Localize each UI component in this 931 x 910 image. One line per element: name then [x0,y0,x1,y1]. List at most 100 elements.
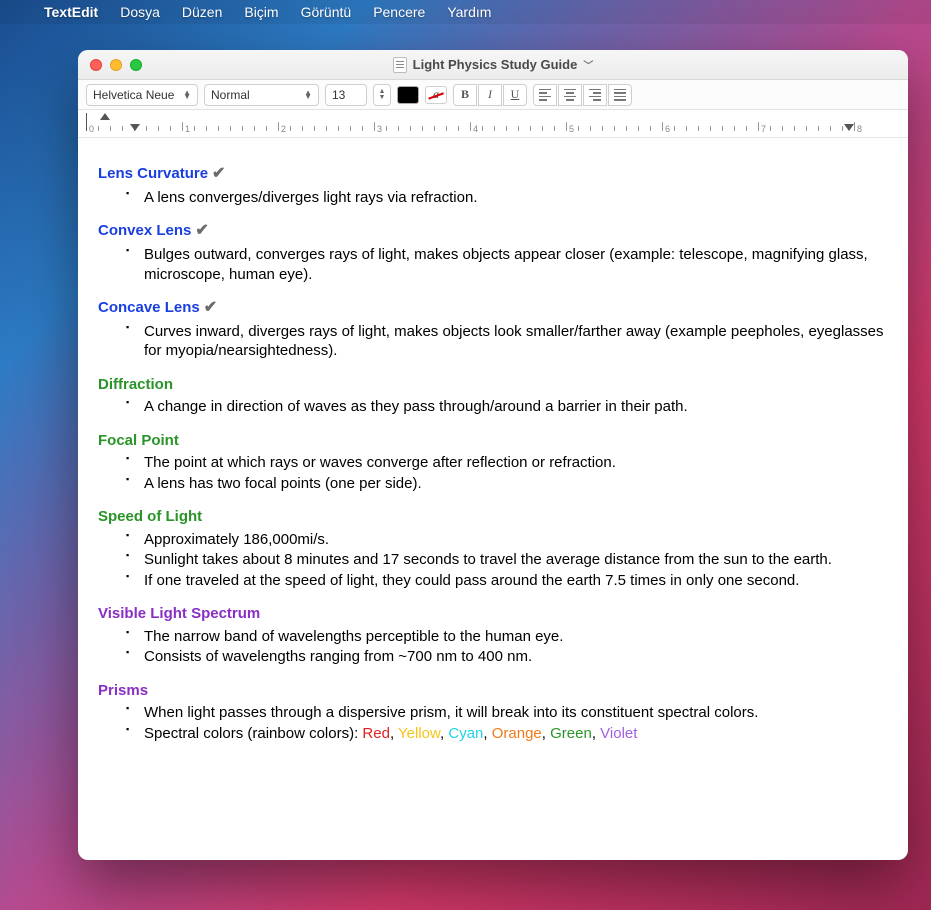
font-family-value: Helvetica Neue [93,88,174,102]
checkmark-icon: ✔ [212,165,225,182]
section-heading[interactable]: Visible Light Spectrum [98,604,888,624]
spectral-color: Green [550,725,592,742]
section: Lens Curvature✔ A lens converges/diverges… [98,164,888,207]
font-family-select[interactable]: Helvetica Neue ▲▼ [86,84,198,106]
bullet-list: The narrow band of wavelengths perceptib… [98,627,888,667]
align-left-button[interactable] [533,84,557,106]
spectral-color: Red [362,725,390,742]
font-size-select[interactable]: 13 [325,84,367,106]
ruler-number: 6 [665,124,670,134]
heading-text: Diffraction [98,376,173,393]
heading-text: Concave Lens [98,299,200,316]
heading-text: Focal Point [98,432,179,449]
menu-file[interactable]: Dosya [120,4,160,20]
checkmark-icon: ✔ [204,299,217,316]
align-right-button[interactable] [583,84,607,106]
section-heading[interactable]: Focal Point [98,431,888,451]
stepper-icon: ▲▼ [304,91,312,99]
menu-window[interactable]: Pencere [373,4,425,20]
heading-text: Prisms [98,682,148,699]
close-button[interactable] [90,59,102,71]
list-item[interactable]: Curves inward, diverges rays of light, m… [126,322,888,361]
bullet-list: Curves inward, diverges rays of light, m… [98,322,888,361]
window-title[interactable]: Light Physics Study Guide ﹀ [393,57,594,73]
app-menu[interactable]: TextEdit [44,4,98,20]
section: Prisms When light passes through a disper… [98,681,888,744]
font-size-stepper[interactable]: ▲▼ [373,84,391,106]
list-item[interactable]: When light passes through a dispersive p… [126,703,888,723]
section: Speed of Light Approximately 186,000mi/s.… [98,507,888,590]
bullet-list: A change in direction of waves as they p… [98,397,888,417]
list-item[interactable]: Spectral colors (rainbow colors): Red, Y… [126,724,888,744]
align-center-button[interactable] [558,84,582,106]
list-item[interactable]: Bulges outward, converges rays of light,… [126,245,888,284]
spectral-color: Orange [492,725,542,742]
section: Focal Point The point at which rays or wa… [98,431,888,494]
spectral-color: Violet [600,725,637,742]
underline-button[interactable]: U [503,84,527,106]
section-heading[interactable]: Speed of Light [98,507,888,527]
section-heading[interactable]: Concave Lens✔ [98,298,888,319]
list-item[interactable]: A lens converges/diverges light rays via… [126,188,888,208]
section-heading[interactable]: Lens Curvature✔ [98,164,888,185]
list-item[interactable]: A lens has two focal points (one per sid… [126,474,888,494]
section-heading[interactable]: Diffraction [98,375,888,395]
document-body[interactable]: Lens Curvature✔A lens converges/diverges… [78,138,908,860]
list-item[interactable]: Approximately 186,000mi/s. [126,530,888,550]
font-style-value: Normal [211,88,250,102]
traffic-lights [90,59,142,71]
ruler-number: 0 [89,124,94,134]
ruler-number: 5 [569,124,574,134]
ruler-number: 8 [857,124,862,134]
stepper-icon: ▲▼ [183,91,191,99]
section: Diffraction A change in direction of wave… [98,375,888,417]
heading-text: Convex Lens [98,222,191,239]
heading-text: Speed of Light [98,508,202,525]
font-size-value: 13 [332,88,345,102]
section-heading[interactable]: Prisms [98,681,888,701]
section: Concave Lens✔ Curves inward, diverges ray… [98,298,888,361]
system-menubar: TextEdit Dosya Düzen Biçim Görüntü Pence… [0,0,931,24]
spectral-color: Cyan [448,725,483,742]
list-item[interactable]: A change in direction of waves as they p… [126,397,888,417]
bold-button[interactable]: B [453,84,477,106]
italic-button[interactable]: I [478,84,502,106]
menu-view[interactable]: Görüntü [301,4,352,20]
ruler-number: 3 [377,124,382,134]
menu-edit[interactable]: Düzen [182,4,222,20]
minimize-button[interactable] [110,59,122,71]
bullet-list: A lens converges/diverges light rays via… [98,188,888,208]
menu-format[interactable]: Biçim [244,4,278,20]
ruler-number: 4 [473,124,478,134]
highlight-color-swatch[interactable]: a [425,86,447,104]
font-style-select[interactable]: Normal ▲▼ [204,84,319,106]
chevron-down-icon[interactable]: ﹀ [583,57,593,72]
bullet-list: The point at which rays or waves converg… [98,453,888,493]
bullet-list: Bulges outward, converges rays of light,… [98,245,888,284]
menu-help[interactable]: Yardım [447,4,491,20]
section-heading[interactable]: Convex Lens✔ [98,221,888,242]
list-item[interactable]: If one traveled at the speed of light, t… [126,571,888,591]
spectral-color: Yellow [398,725,440,742]
bullet-list: Approximately 186,000mi/s.Sunlight takes… [98,530,888,591]
textedit-window: Light Physics Study Guide ﹀ Helvetica Ne… [78,50,908,860]
section: Convex Lens✔ Bulges outward, converges ra… [98,221,888,284]
window-titlebar[interactable]: Light Physics Study Guide ﹀ [78,50,908,80]
bullet-list: When light passes through a dispersive p… [98,703,888,743]
text-style-group: B I U [453,84,527,106]
zoom-button[interactable] [130,59,142,71]
text-color-swatch[interactable] [397,86,419,104]
document-icon [393,57,407,73]
heading-text: Visible Light Spectrum [98,605,260,622]
heading-text: Lens Curvature [98,165,208,182]
ruler-number: 2 [281,124,286,134]
alignment-group [533,84,632,106]
align-justify-button[interactable] [608,84,632,106]
list-item[interactable]: The narrow band of wavelengths perceptib… [126,627,888,647]
list-item[interactable]: Sunlight takes about 8 minutes and 17 se… [126,550,888,570]
ruler[interactable]: 012345678 [78,110,908,138]
list-item[interactable]: Consists of wavelengths ranging from ~70… [126,647,888,667]
list-item[interactable]: The point at which rays or waves converg… [126,453,888,473]
ruler-number: 7 [761,124,766,134]
format-toolbar: Helvetica Neue ▲▼ Normal ▲▼ 13 ▲▼ a B I … [78,80,908,110]
